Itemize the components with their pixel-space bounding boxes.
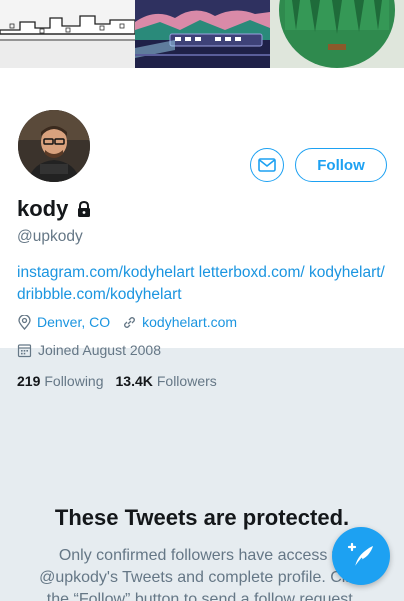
envelope-icon (258, 158, 276, 172)
compose-tweet-button[interactable] (332, 527, 390, 585)
forest-illustration (270, 0, 404, 68)
banner-panel-forest (270, 0, 404, 68)
profile-meta: Denver, CO kodyhelart.com (17, 314, 249, 330)
link-icon (124, 316, 136, 328)
calendar-icon (17, 343, 32, 357)
profile-card: Follow kody @upkody instagram.com/kodyhe… (0, 68, 404, 389)
website[interactable]: kodyhelart.com (122, 314, 237, 330)
handle: @upkody (17, 228, 83, 245)
name-row: kody (17, 196, 92, 222)
banner-panel-city (0, 0, 136, 68)
banner-panel-train (135, 0, 270, 68)
lock-icon (78, 200, 91, 217)
avatar-photo (18, 110, 90, 182)
header-banner (0, 0, 404, 68)
following-number: 219 (17, 373, 41, 389)
joined-date: Joined August 2008 (17, 342, 161, 358)
train-illustration (135, 0, 270, 68)
compose-tweet-icon (347, 542, 373, 568)
following-label: Following (44, 373, 104, 389)
message-button[interactable] (250, 148, 284, 182)
protected-title: These Tweets are protected. (54, 505, 350, 530)
protected-text: Only confirmed followers have access to … (39, 547, 365, 601)
bio-links[interactable]: instagram.com/kodyhelart letterboxd.com/… (17, 262, 392, 306)
location-text: Denver, CO (37, 314, 111, 330)
location-pin-icon (18, 314, 31, 330)
follow-button[interactable]: Follow (295, 148, 387, 182)
avatar[interactable] (14, 106, 94, 186)
city-illustration (0, 0, 136, 68)
website-link[interactable]: kodyhelart.com (142, 314, 237, 330)
following-count[interactable]: 219 Following (17, 373, 104, 389)
display-name: kody (17, 196, 69, 221)
profile-screen: Follow kody @upkody instagram.com/kodyhe… (0, 0, 404, 601)
followers-count[interactable]: 13.4K Followers (116, 373, 217, 389)
location: Denver, CO (17, 314, 110, 330)
followers-label: Followers (156, 373, 217, 389)
follow-counts: 219 Following 13.4K Followers (17, 373, 229, 389)
followers-number: 13.4K (115, 373, 153, 389)
joined-text: Joined August 2008 (38, 342, 161, 358)
